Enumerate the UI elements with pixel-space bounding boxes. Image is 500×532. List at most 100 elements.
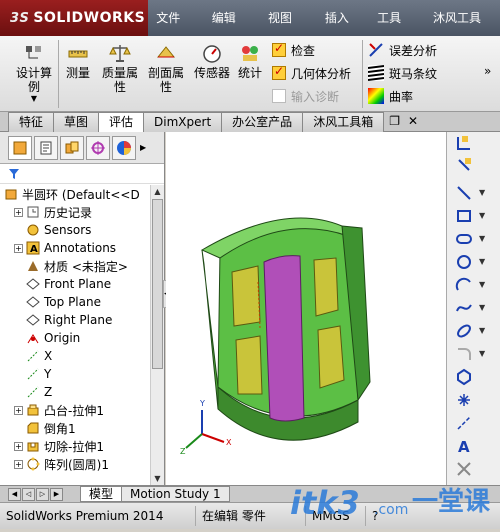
spline-dropdown-icon[interactable]: ▼ <box>479 303 485 312</box>
tab-office-products[interactable]: 办公室产品 <box>221 112 304 132</box>
chevron-down-icon[interactable]: ▼ <box>31 94 37 103</box>
fillet-icon[interactable] <box>453 343 475 365</box>
tab-evaluate[interactable]: 评估 <box>98 112 145 133</box>
tab-motion-study[interactable]: Motion Study 1 <box>121 486 230 502</box>
slot-dropdown-icon[interactable]: ▼ <box>479 234 485 243</box>
arc-icon[interactable] <box>453 274 475 296</box>
rectangle-dropdown-icon[interactable]: ▼ <box>479 211 485 220</box>
last-tab-icon[interactable]: ▶ <box>50 487 63 501</box>
tree-scrollbar[interactable]: ▲ ▼ <box>150 185 164 485</box>
expand-icon[interactable]: + <box>14 441 23 451</box>
tree-item[interactable]: + 阵列(圆周)1 <box>0 455 150 473</box>
mass-properties-button[interactable]: 质量属性 <box>100 42 140 94</box>
prev-tab-icon[interactable]: ◁ <box>22 487 35 501</box>
tree-item[interactable]: 材质 <未指定> <box>0 257 150 275</box>
point-icon[interactable] <box>453 389 475 411</box>
feature-manager-tab-icon[interactable] <box>8 135 32 160</box>
tree-root[interactable]: 半圆环 (Default<<D <box>0 185 150 203</box>
design-study-button[interactable]: 设计算例 ▼ <box>14 42 54 103</box>
chamfer-icon <box>26 421 40 435</box>
tab-sketch[interactable]: 草图 <box>53 112 100 132</box>
circle-icon[interactable] <box>453 251 475 273</box>
tree-item[interactable]: Front Plane <box>0 275 150 293</box>
menu-file[interactable]: 文件(F) <box>148 0 204 61</box>
first-tab-icon[interactable]: ◀ <box>8 487 21 501</box>
menu-tools[interactable]: 工具(T) <box>369 0 425 61</box>
line-icon[interactable] <box>453 182 475 204</box>
tree-item[interactable]: Right Plane <box>0 311 150 329</box>
import-diagnostics-button[interactable]: 输入诊断 <box>272 86 339 106</box>
property-manager-tab-icon[interactable] <box>34 135 58 160</box>
solidworks-logo[interactable]: 3S SOLIDWORKS <box>0 0 149 36</box>
tab-mufeng-toolbox[interactable]: 沐风工具箱 <box>302 112 385 132</box>
tree-item[interactable]: Sensors <box>0 221 150 239</box>
expand-icon[interactable]: + <box>14 459 23 469</box>
tab-dimxpert[interactable]: DimXpert <box>143 112 223 132</box>
graphics-area[interactable]: Y X Z <box>166 132 446 485</box>
ellipse-dropdown-icon[interactable]: ▼ <box>479 326 485 335</box>
check-button[interactable]: 检查 <box>272 40 315 60</box>
menu-insert[interactable]: 插入(I) <box>317 0 369 61</box>
arc-dropdown-icon[interactable]: ▼ <box>479 280 485 289</box>
statistics-button[interactable]: 统计 <box>238 42 262 80</box>
deviation-analysis-button[interactable]: 误差分析 <box>368 40 437 60</box>
tree-item[interactable]: Y <box>0 365 150 383</box>
sensor-button[interactable]: 传感器 <box>194 42 230 80</box>
tree-item-label: Top Plane <box>44 295 101 309</box>
curvature-button[interactable]: 曲率 <box>368 86 413 106</box>
menu-mufeng-toolbox[interactable]: 沐风工具箱 <box>425 0 500 61</box>
restore-window-icon[interactable]: ❐ <box>389 112 400 131</box>
menu-edit[interactable]: 编辑(E) <box>204 0 260 61</box>
next-tab-icon[interactable]: ▷ <box>36 487 49 501</box>
tree-item[interactable]: + A Annotations <box>0 239 150 257</box>
tree-item[interactable]: X <box>0 347 150 365</box>
centerline-icon[interactable] <box>453 412 475 434</box>
tree-item[interactable]: + 历史记录 <box>0 203 150 221</box>
measure-button[interactable]: 测量 <box>66 42 90 80</box>
panel-tabs-more-icon[interactable]: ▶ <box>140 143 146 152</box>
display-manager-tab-icon[interactable] <box>112 135 136 160</box>
tree-item[interactable]: Z <box>0 383 150 401</box>
extrude-icon <box>26 403 40 417</box>
expand-icon[interactable]: + <box>14 405 23 415</box>
expand-icon[interactable]: + <box>14 207 23 217</box>
smart-dimension-icon[interactable] <box>453 132 475 154</box>
filter-icon[interactable] <box>8 168 20 180</box>
ruler-icon <box>68 50 88 58</box>
tree-item[interactable]: Origin <box>0 329 150 347</box>
rectangle-icon[interactable] <box>453 205 475 227</box>
tree-item[interactable]: + 切除-拉伸1 <box>0 437 150 455</box>
section-properties-button[interactable]: 剖面属性 <box>146 42 186 94</box>
tree-item[interactable]: 倒角1 <box>0 419 150 437</box>
geometry-analysis-button[interactable]: 几何体分析 <box>272 63 351 83</box>
tree-item-label: X <box>44 349 53 363</box>
status-units[interactable]: MMGS <box>306 506 366 526</box>
ellipse-icon[interactable] <box>453 320 475 342</box>
circle-dropdown-icon[interactable]: ▼ <box>479 257 485 266</box>
trim-icon[interactable] <box>453 458 475 480</box>
tab-features[interactable]: 特征 <box>8 112 55 132</box>
svg-text:Z: Z <box>180 447 186 456</box>
fillet-dropdown-icon[interactable]: ▼ <box>479 349 485 358</box>
more-chevron-icon[interactable]: » <box>484 64 491 78</box>
expand-icon[interactable]: + <box>14 243 23 253</box>
tree-item-label: 切除-拉伸1 <box>44 439 104 454</box>
slot-icon[interactable] <box>453 228 475 250</box>
dimxpert-tab-icon[interactable] <box>86 135 110 160</box>
close-icon[interactable]: ✕ <box>408 112 418 131</box>
line-dropdown-icon[interactable]: ▼ <box>479 188 485 197</box>
configuration-manager-tab-icon[interactable] <box>60 135 84 160</box>
text-icon[interactable]: A <box>453 435 475 457</box>
dimension-tag-icon[interactable] <box>453 154 475 176</box>
polygon-icon[interactable] <box>453 366 475 388</box>
tab-model[interactable]: 模型 <box>80 486 123 502</box>
spline-icon[interactable] <box>453 297 475 319</box>
tree-item[interactable]: Top Plane <box>0 293 150 311</box>
scrollbar-thumb[interactable] <box>152 199 163 369</box>
scroll-down-icon[interactable]: ▼ <box>151 472 164 485</box>
tree-item[interactable]: + 凸台-拉伸1 <box>0 401 150 419</box>
zebra-stripes-button[interactable]: 斑马条纹 <box>368 63 437 83</box>
help-icon[interactable]: ? <box>366 506 384 526</box>
scroll-up-icon[interactable]: ▲ <box>151 185 164 198</box>
menu-view[interactable]: 视图(V) <box>260 0 317 61</box>
